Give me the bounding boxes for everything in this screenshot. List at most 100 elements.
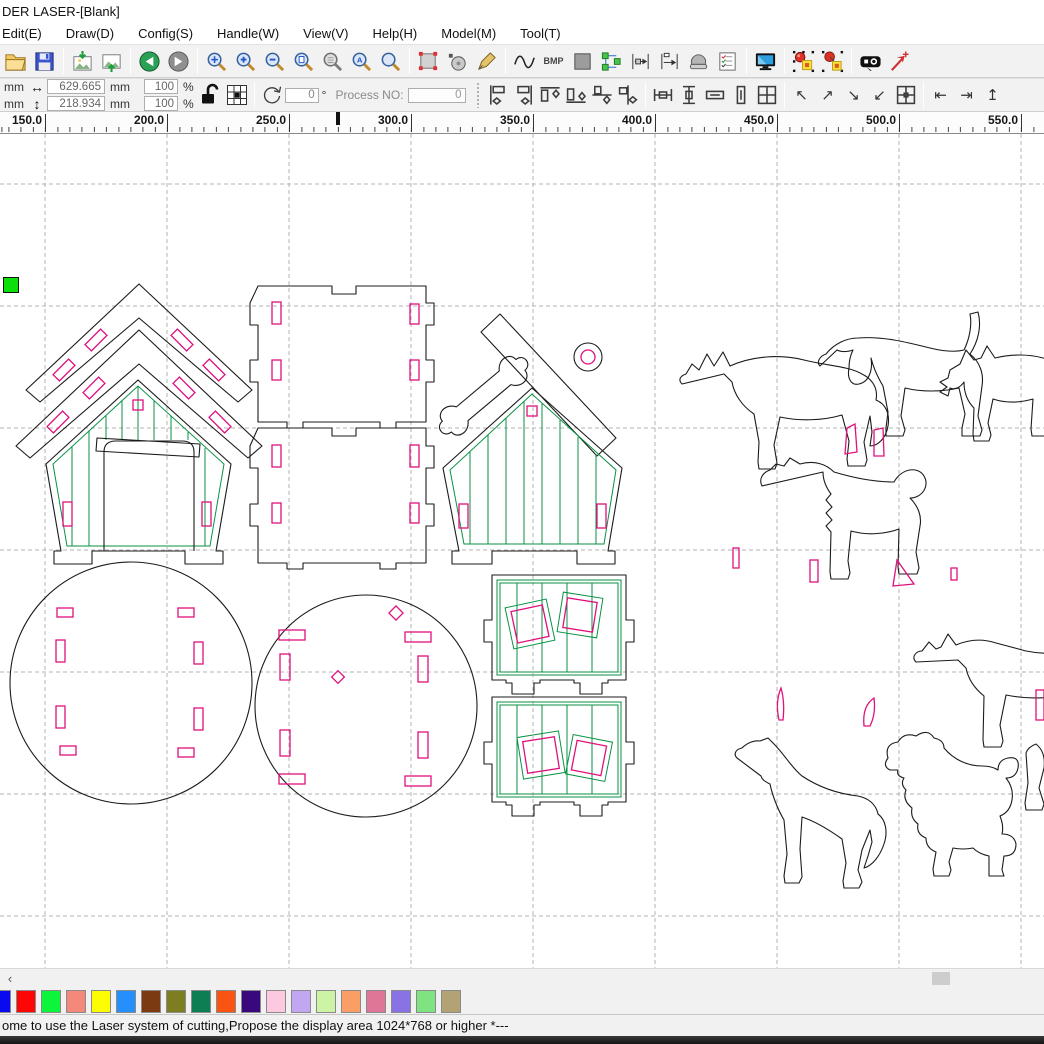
- same-width-button[interactable]: [702, 80, 728, 110]
- push-top-button[interactable]: ↥: [980, 82, 1006, 108]
- tray-panel-1[interactable]: [484, 575, 634, 694]
- camera-button[interactable]: [856, 47, 885, 76]
- align-vcenter-button[interactable]: [615, 80, 641, 110]
- simulate-button[interactable]: [789, 47, 818, 76]
- scrollbar-thumb[interactable]: [932, 972, 950, 985]
- save-button[interactable]: [30, 47, 59, 76]
- color-swatch-16[interactable]: [391, 990, 411, 1013]
- align-top-button[interactable]: [537, 80, 563, 110]
- color-swatch-13[interactable]: [316, 990, 336, 1013]
- menu-item-view-v-[interactable]: View(V): [301, 24, 360, 43]
- equal-hspace-button[interactable]: [650, 80, 676, 110]
- color-swatch-11[interactable]: [266, 990, 286, 1013]
- simulate-frame-button[interactable]: [818, 47, 847, 76]
- height-field[interactable]: 218.934: [47, 96, 105, 111]
- zoom-drag-button[interactable]: [202, 47, 231, 76]
- roof-trim-piece-1[interactable]: [26, 284, 252, 402]
- menu-item-edit-e-[interactable]: Edit(E): [0, 24, 54, 43]
- zoom-all-button[interactable]: A: [347, 47, 376, 76]
- import-image-button[interactable]: [68, 47, 97, 76]
- color-swatch-7[interactable]: [166, 990, 186, 1013]
- align-hcenter-button[interactable]: [589, 80, 615, 110]
- menu-item-help-h-[interactable]: Help(H): [370, 24, 429, 43]
- move-center-button[interactable]: [893, 80, 919, 110]
- zoom-in-button[interactable]: [231, 47, 260, 76]
- select-rect-button[interactable]: [414, 47, 443, 76]
- zoom-page-button[interactable]: [289, 47, 318, 76]
- v-distribute-button[interactable]: [655, 47, 684, 76]
- toolbar-drag-handle[interactable]: [476, 82, 481, 108]
- redo-button[interactable]: [164, 47, 193, 76]
- rotate-field[interactable]: 0: [285, 88, 319, 103]
- menu-item-tool-t-[interactable]: Tool(T): [518, 24, 572, 43]
- move-top-left-button[interactable]: ↖: [789, 82, 815, 108]
- equal-vspace-button[interactable]: [676, 80, 702, 110]
- menu-item-draw-d-[interactable]: Draw(D): [64, 24, 126, 43]
- fill-tool-button[interactable]: [568, 47, 597, 76]
- doghouse-front-panel[interactable]: [46, 380, 231, 564]
- color-swatch-18[interactable]: [441, 990, 461, 1013]
- align-bottom-button[interactable]: [563, 80, 589, 110]
- tray-panel-2[interactable]: [484, 697, 634, 816]
- round-base-1[interactable]: [10, 562, 252, 804]
- move-bottom-left-button[interactable]: ↙: [867, 82, 893, 108]
- color-swatch-14[interactable]: [341, 990, 361, 1013]
- roof-panel-1[interactable]: [250, 286, 434, 428]
- dog-silhouettes[interactable]: [680, 312, 1044, 888]
- color-swatch-0[interactable]: [0, 990, 11, 1013]
- color-swatch-17[interactable]: [416, 990, 436, 1013]
- move-bottom-right-button[interactable]: ↘: [841, 82, 867, 108]
- round-base-2[interactable]: [255, 595, 477, 817]
- outline-tree-button[interactable]: [597, 47, 626, 76]
- color-swatch-10[interactable]: [241, 990, 261, 1013]
- export-image-button[interactable]: [97, 47, 126, 76]
- color-swatch-4[interactable]: [91, 990, 111, 1013]
- canvas-workspace[interactable]: [0, 134, 1044, 968]
- process-no-field[interactable]: 0: [408, 88, 466, 103]
- color-swatch-12[interactable]: [291, 990, 311, 1013]
- scale-h-field[interactable]: 100: [144, 96, 178, 111]
- color-swatch-3[interactable]: [66, 990, 86, 1013]
- h-distribute-button[interactable]: [626, 47, 655, 76]
- open-button[interactable]: [1, 47, 30, 76]
- same-size-button[interactable]: [754, 80, 780, 110]
- roof-panel-2[interactable]: [250, 428, 434, 569]
- scale-w-field[interactable]: 100: [144, 79, 178, 94]
- color-swatch-5[interactable]: [116, 990, 136, 1013]
- push-left-button[interactable]: ⇤: [928, 82, 954, 108]
- push-right-button[interactable]: ⇥: [954, 82, 980, 108]
- color-swatch-6[interactable]: [141, 990, 161, 1013]
- move-top-right-button[interactable]: ↗: [815, 82, 841, 108]
- align-left-button[interactable]: [485, 80, 511, 110]
- preview-monitor-button[interactable]: [751, 47, 780, 76]
- menu-item-handle-w-[interactable]: Handle(W): [215, 24, 291, 43]
- horizontal-scrollbar[interactable]: ‹: [0, 968, 1044, 988]
- color-swatch-15[interactable]: [366, 990, 386, 1013]
- roof-trim-piece-2[interactable]: [16, 330, 262, 458]
- color-swatch-1[interactable]: [16, 990, 36, 1013]
- bmp-tool-button[interactable]: BMP: [539, 47, 568, 76]
- same-height-button[interactable]: [728, 80, 754, 110]
- width-field[interactable]: 629.665: [47, 79, 105, 94]
- aspect-lock-button[interactable]: [198, 80, 224, 110]
- bone-shape[interactable]: [431, 348, 536, 443]
- menu-item-model-m-[interactable]: Model(M): [439, 24, 508, 43]
- output-machine-button[interactable]: [684, 47, 713, 76]
- align-right-button[interactable]: [511, 80, 537, 110]
- node-edit-button[interactable]: [472, 47, 501, 76]
- anchor-point-button[interactable]: [224, 80, 250, 110]
- color-swatch-2[interactable]: [41, 990, 61, 1013]
- menu-item-config-s-[interactable]: Config(S): [136, 24, 205, 43]
- undo-button[interactable]: [135, 47, 164, 76]
- worklist-button[interactable]: [713, 47, 742, 76]
- curve-tool-button[interactable]: [510, 47, 539, 76]
- sign-plank[interactable]: [481, 314, 616, 456]
- laser-position-button[interactable]: [885, 47, 914, 76]
- zoom-window-button[interactable]: [318, 47, 347, 76]
- zoom-button[interactable]: [376, 47, 405, 76]
- scroll-left-button[interactable]: ‹: [2, 970, 18, 986]
- rotate-tool-button[interactable]: [443, 47, 472, 76]
- color-swatch-9[interactable]: [216, 990, 236, 1013]
- color-swatch-8[interactable]: [191, 990, 211, 1013]
- zoom-out-button[interactable]: [260, 47, 289, 76]
